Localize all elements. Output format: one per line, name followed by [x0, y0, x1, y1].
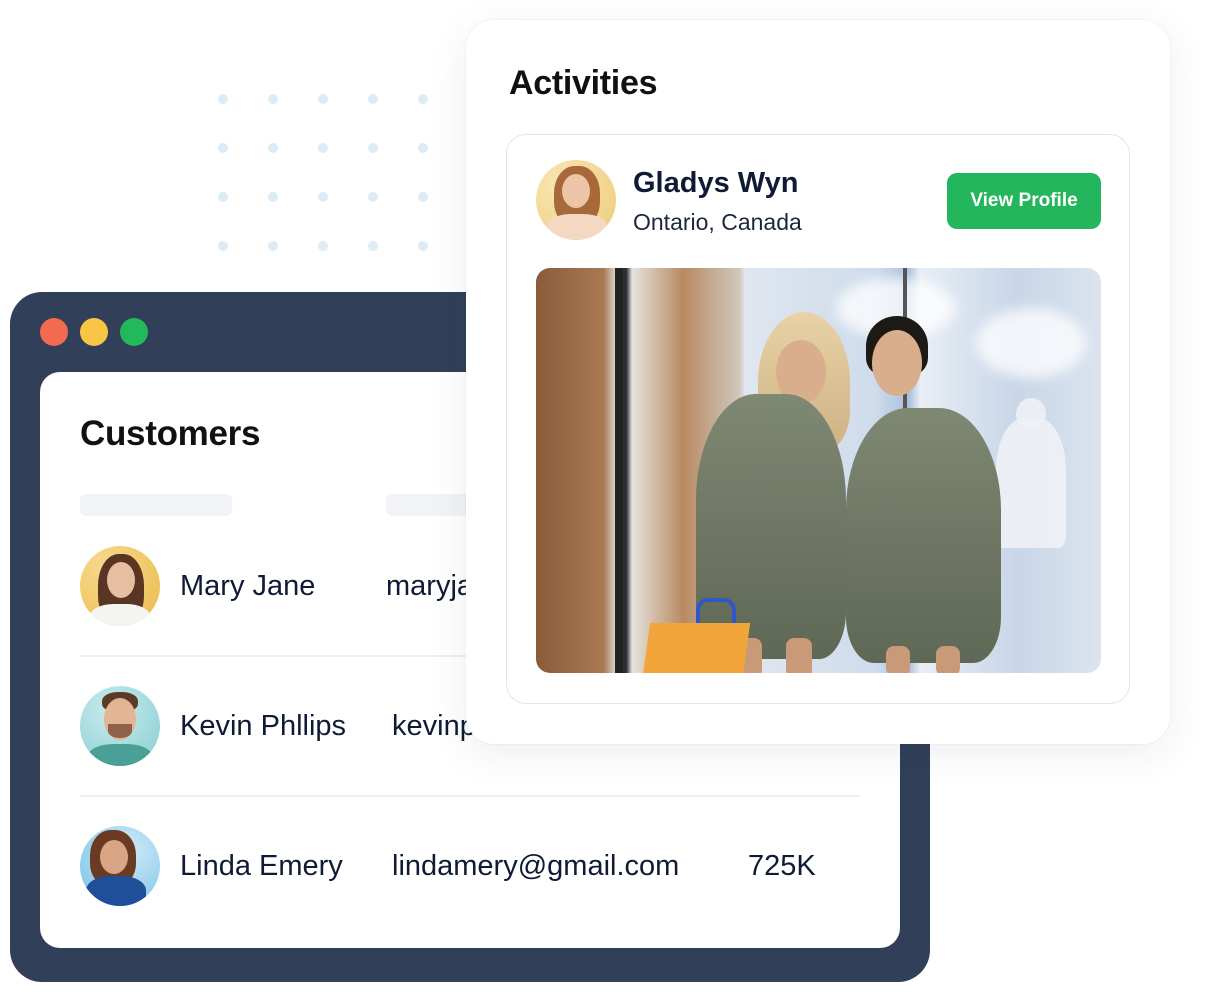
dot: [268, 143, 278, 153]
maximize-window-button[interactable]: [120, 318, 148, 346]
customer-name: Linda Emery: [180, 849, 343, 882]
dot: [368, 192, 378, 202]
dot: [318, 143, 328, 153]
profile-name[interactable]: Gladys Wyn: [633, 167, 798, 200]
row-divider: [80, 795, 860, 797]
view-profile-button[interactable]: View Profile: [947, 173, 1101, 229]
dot: [268, 94, 278, 104]
activities-title: Activities: [509, 64, 658, 102]
customer-email: lindamery@gmail.com: [392, 849, 680, 882]
dot: [418, 94, 428, 104]
dot: [268, 192, 278, 202]
dot: [218, 94, 228, 104]
gladys-wyn-avatar[interactable]: [536, 160, 616, 240]
minimize-window-button[interactable]: [80, 318, 108, 346]
dot: [218, 241, 228, 251]
close-window-button[interactable]: [40, 318, 68, 346]
customer-name: Mary Jane: [180, 569, 316, 602]
customer-value: 725K: [748, 849, 816, 882]
profile-location: Ontario, Canada: [633, 209, 802, 235]
dot: [318, 94, 328, 104]
customers-title: Customers: [80, 414, 261, 453]
dot: [418, 192, 428, 202]
activity-card: Gladys Wyn Ontario, Canada View Profile: [506, 134, 1130, 704]
two-women-shopping-photo: [536, 268, 1101, 673]
dot: [268, 241, 278, 251]
dot: [218, 192, 228, 202]
dot: [368, 94, 378, 104]
dot: [368, 143, 378, 153]
column-header-placeholder: [80, 494, 232, 516]
window-controls: [40, 318, 148, 346]
kevin-phillips-avatar: [80, 686, 160, 766]
customer-row[interactable]: Linda Emery lindamery@gmail.com 725K: [80, 826, 860, 906]
linda-emery-avatar: [80, 826, 160, 906]
dot: [418, 143, 428, 153]
decorative-dot-grid: [218, 94, 430, 254]
dot: [368, 241, 378, 251]
dot: [418, 241, 428, 251]
activities-panel: Activities Gladys Wyn Ontario, Canada Vi…: [466, 20, 1170, 744]
dot: [318, 241, 328, 251]
customer-name: Kevin Phllips: [180, 709, 347, 742]
dot: [318, 192, 328, 202]
mary-jane-avatar: [80, 546, 160, 626]
dot: [218, 143, 228, 153]
